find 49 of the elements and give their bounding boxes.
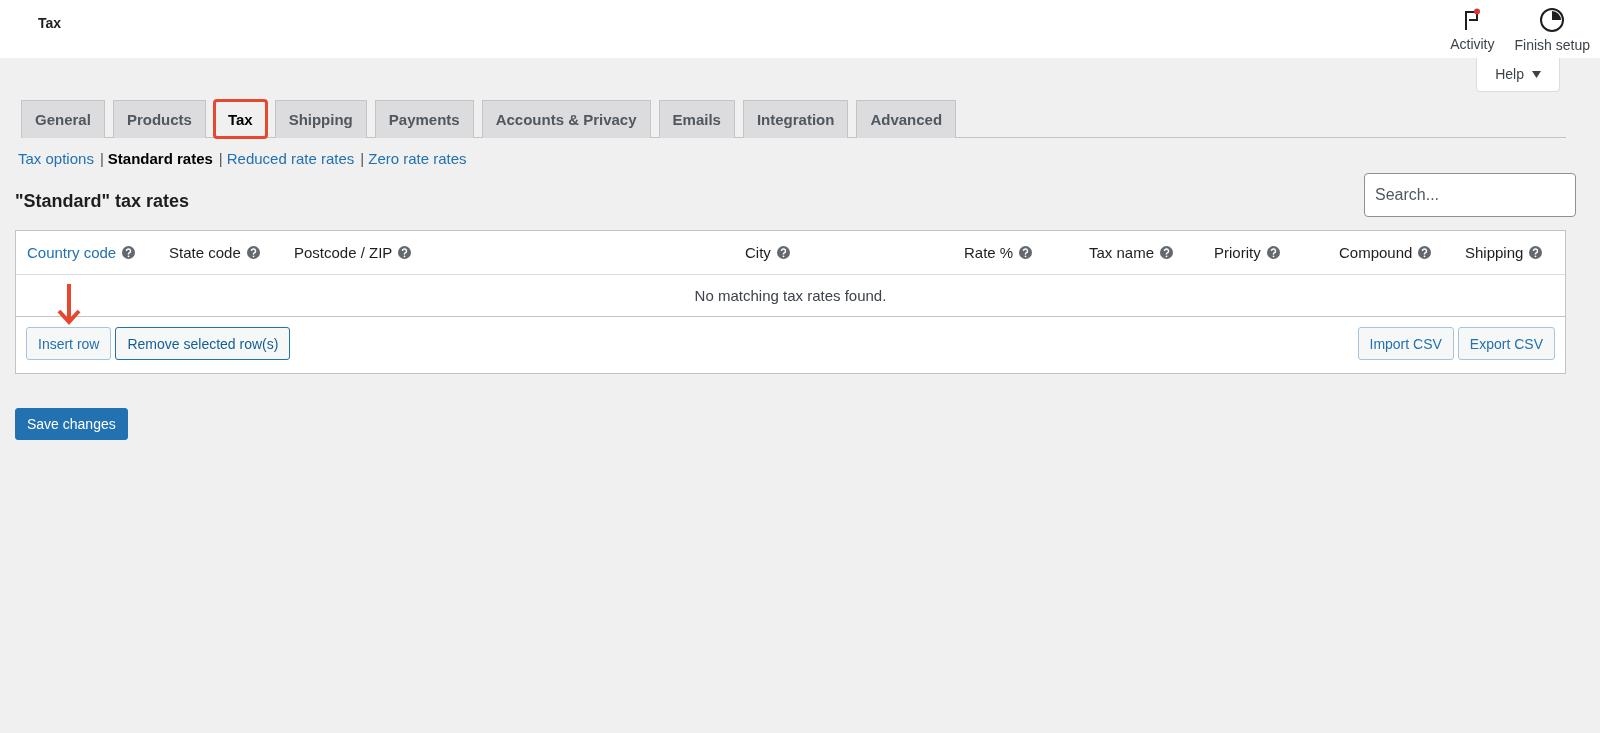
empty-message: No matching tax rates found. bbox=[16, 275, 1565, 317]
caret-icon bbox=[1532, 70, 1541, 78]
column-header[interactable]: Country code bbox=[27, 244, 117, 261]
help-icon[interactable] bbox=[1160, 246, 1174, 259]
section-link[interactable]: Tax options bbox=[18, 150, 94, 167]
separator: | bbox=[218, 150, 223, 167]
column-header: Priority bbox=[1214, 244, 1261, 261]
column-header: City bbox=[745, 244, 771, 261]
table-action-button[interactable]: Remove selected row(s) bbox=[115, 327, 291, 360]
help-icon[interactable] bbox=[776, 246, 790, 259]
page-title: Tax bbox=[38, 15, 63, 31]
help-icon[interactable] bbox=[246, 246, 260, 259]
help-icon[interactable] bbox=[1019, 246, 1033, 259]
section-heading: "Standard" tax rates bbox=[15, 191, 190, 212]
column-header: Postcode / ZIP bbox=[294, 244, 393, 261]
help-icon[interactable] bbox=[398, 246, 412, 259]
column-header: Shipping bbox=[1465, 244, 1524, 261]
separator: | bbox=[99, 150, 104, 167]
help-icon[interactable] bbox=[1266, 246, 1280, 259]
progress-icon bbox=[1539, 7, 1566, 33]
table-action-button[interactable]: Insert row bbox=[26, 327, 112, 360]
column-header: Rate % bbox=[964, 244, 1014, 261]
section-link[interactable]: Standard rates bbox=[107, 150, 213, 167]
settings-tab[interactable]: Products bbox=[112, 100, 206, 138]
help-icon[interactable] bbox=[1418, 246, 1432, 259]
search-field[interactable]: Search... bbox=[1364, 173, 1576, 217]
help-icon[interactable] bbox=[1529, 246, 1543, 259]
settings-tab[interactable]: General bbox=[21, 100, 105, 138]
help-icon[interactable] bbox=[122, 246, 136, 259]
settings-tab[interactable]: Shipping bbox=[274, 100, 367, 138]
column-header: State code bbox=[169, 244, 241, 261]
column-header: Compound bbox=[1339, 244, 1413, 261]
header-action-button[interactable]: Activity bbox=[1440, 8, 1505, 52]
column-header: Tax name bbox=[1089, 244, 1155, 261]
settings-tab[interactable]: Advanced bbox=[856, 100, 957, 138]
save-button[interactable]: Save changes bbox=[15, 408, 128, 440]
section-link[interactable]: Zero rate rates bbox=[368, 150, 467, 167]
csv-button[interactable]: Import CSV bbox=[1357, 327, 1454, 360]
header-action-button[interactable]: Finish setup bbox=[1504, 7, 1600, 53]
settings-tab[interactable]: Integration bbox=[742, 100, 849, 138]
settings-tab[interactable]: Accounts & Privacy bbox=[481, 100, 651, 138]
arrow-drawing bbox=[56, 284, 82, 326]
settings-tab[interactable]: Emails bbox=[658, 100, 735, 138]
settings-tab[interactable]: Tax bbox=[213, 100, 267, 138]
separator: | bbox=[360, 150, 365, 167]
csv-button[interactable]: Export CSV bbox=[1457, 327, 1555, 360]
help-button[interactable]: Help bbox=[1476, 58, 1560, 92]
settings-tab[interactable]: Payments bbox=[374, 100, 474, 138]
section-link[interactable]: Reduced rate rates bbox=[226, 150, 355, 167]
